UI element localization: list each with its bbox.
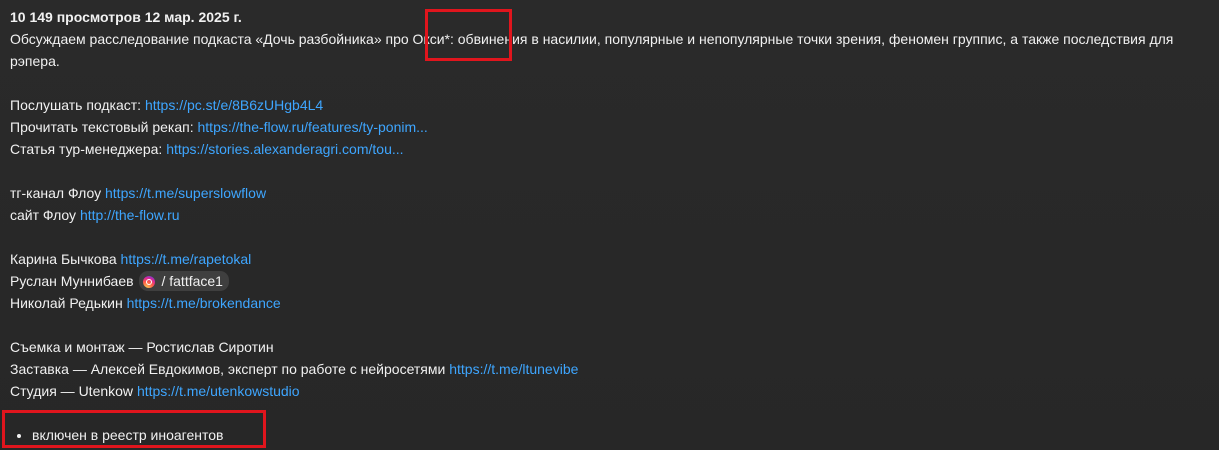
article-link[interactable]: https://stories.alexanderagri.com/tou... [166, 141, 403, 157]
credit-text: Съемка и монтаж — Ростислав Сиротин [10, 339, 274, 355]
person-nikolay: Николай Редькин https://t.me/brokendance [10, 292, 1205, 314]
credit-text: Студия — Utenkow [10, 383, 134, 399]
podcast-link[interactable]: https://pc.st/e/8B6zUHgb4L4 [145, 97, 323, 113]
credit-text: Заставка — Алексей Евдокимов, эксперт по… [10, 361, 446, 377]
video-meta: 10 149 просмотров 12 мар. 2025 г. [10, 6, 1205, 28]
flow-telegram: тг-канал Флоу https://t.me/superslowflow [10, 182, 1205, 204]
publish-date: 12 мар. 2025 г. [144, 9, 242, 25]
person-name: Николай Редькин [10, 295, 123, 311]
footnote-list: включен в реестр иноагентов [10, 424, 1205, 446]
link-label: тг-канал Флоу [10, 185, 102, 201]
link-label: Прочитать текстовый рекап: [10, 119, 194, 135]
person-name: Руслан Муннибаев [10, 273, 134, 289]
recap-link[interactable]: https://the-flow.ru/features/ty-ponim... [198, 119, 428, 135]
credit-intro: Заставка — Алексей Евдокимов, эксперт по… [10, 358, 1205, 380]
person-name: Карина Бычкова [10, 251, 117, 267]
nikolay-telegram-link[interactable]: https://t.me/brokendance [127, 295, 281, 311]
flow-site-link[interactable]: http://the-flow.ru [80, 207, 180, 223]
intro-telegram-link[interactable]: https://t.me/ltunevibe [449, 361, 578, 377]
link-recap: Прочитать текстовый рекап: https://the-f… [10, 116, 1205, 138]
link-label: Послушать подкаст: [10, 97, 142, 113]
description-intro: Обсуждаем расследование подкаста «Дочь р… [10, 31, 1174, 69]
flow-site: сайт Флоу http://the-flow.ru [10, 204, 1205, 226]
instagram-handle: / fattface1 [161, 273, 223, 290]
link-article: Статья тур-менеджера: https://stories.al… [10, 138, 1205, 160]
person-karina: Карина Бычкова https://t.me/rapetokal [10, 248, 1205, 270]
flow-telegram-link[interactable]: https://t.me/superslowflow [105, 185, 266, 201]
instagram-chip[interactable]: / fattface1 [139, 271, 229, 292]
person-ruslan: Руслан Муннибаев / fattface1 [10, 270, 1205, 292]
link-label: сайт Флоу [10, 207, 77, 223]
karina-telegram-link[interactable]: https://t.me/rapetokal [121, 251, 252, 267]
link-label: Статья тур-менеджера: [10, 141, 163, 157]
view-count: 10 149 просмотров [10, 9, 141, 25]
footnote-item: включен в реестр иноагентов [32, 424, 1205, 446]
credit-studio: Студия — Utenkow https://t.me/utenkowstu… [10, 380, 1205, 402]
instagram-icon [143, 275, 156, 288]
studio-telegram-link[interactable]: https://t.me/utenkowstudio [137, 383, 300, 399]
link-podcast: Послушать подкаст: https://pc.st/e/8B6zU… [10, 94, 1205, 116]
video-description: 10 149 просмотров 12 мар. 2025 г. Обсужд… [10, 6, 1205, 446]
credit-filming: Съемка и монтаж — Ростислав Сиротин [10, 336, 1205, 358]
